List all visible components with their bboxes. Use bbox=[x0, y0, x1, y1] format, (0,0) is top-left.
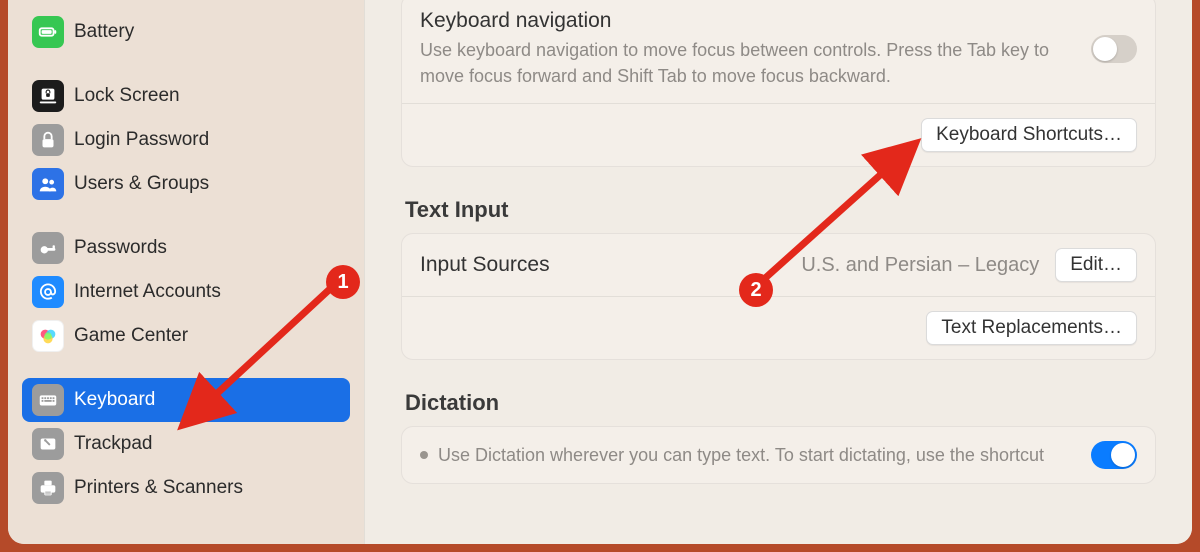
key-icon bbox=[32, 232, 64, 264]
sidebar-item-label: Login Password bbox=[74, 129, 209, 151]
keyboard-shortcuts-button[interactable]: Keyboard Shortcuts… bbox=[921, 118, 1137, 152]
input-sources-row: Input Sources U.S. and Persian – Legacy … bbox=[402, 234, 1155, 296]
settings-window: Battery Lock Screen Login Password bbox=[8, 0, 1192, 544]
lock-screen-icon bbox=[32, 80, 64, 112]
sidebar-item-lock-screen[interactable]: Lock Screen bbox=[22, 74, 350, 118]
sidebar-item-label: Trackpad bbox=[74, 433, 153, 455]
sidebar-item-label: Lock Screen bbox=[74, 85, 180, 107]
dictation-card: Use Dictation wherever you can type text… bbox=[401, 426, 1156, 484]
sidebar-item-label: Internet Accounts bbox=[74, 281, 221, 303]
sidebar-item-label: Passwords bbox=[74, 237, 167, 259]
sidebar-group: Battery bbox=[22, 10, 350, 54]
keyboard-nav-title: Keyboard navigation bbox=[420, 9, 1075, 33]
content-pane: Keyboard navigation Use keyboard navigat… bbox=[364, 0, 1192, 544]
text-replacements-row: Text Replacements… bbox=[402, 296, 1155, 359]
trackpad-icon bbox=[32, 428, 64, 460]
sidebar-group: Passwords Internet Accounts Game Center bbox=[22, 226, 350, 358]
sidebar-item-passwords[interactable]: Passwords bbox=[22, 226, 350, 270]
sidebar-item-label: Keyboard bbox=[74, 389, 155, 411]
keyboard-nav-card: Keyboard navigation Use keyboard navigat… bbox=[401, 0, 1156, 167]
sidebar-item-keyboard[interactable]: Keyboard bbox=[22, 378, 350, 422]
at-icon bbox=[32, 276, 64, 308]
sidebar-group: Lock Screen Login Password Users & Group… bbox=[22, 74, 350, 206]
dictation-toggle[interactable] bbox=[1091, 441, 1137, 469]
sidebar-item-label: Battery bbox=[74, 21, 134, 43]
sidebar-item-label: Users & Groups bbox=[74, 173, 209, 195]
sidebar-item-printers-scanners[interactable]: Printers & Scanners bbox=[22, 466, 350, 510]
text-replacements-button[interactable]: Text Replacements… bbox=[926, 311, 1137, 345]
dictation-row: Use Dictation wherever you can type text… bbox=[402, 427, 1155, 483]
text-input-title: Text Input bbox=[405, 197, 1156, 223]
input-sources-value: U.S. and Persian – Legacy bbox=[801, 254, 1039, 277]
text-input-card: Input Sources U.S. and Persian – Legacy … bbox=[401, 233, 1156, 360]
printer-icon bbox=[32, 472, 64, 504]
edit-input-sources-button[interactable]: Edit… bbox=[1055, 248, 1137, 282]
battery-icon bbox=[32, 16, 64, 48]
users-icon bbox=[32, 168, 64, 200]
sidebar-item-label: Printers & Scanners bbox=[74, 477, 243, 499]
keyboard-nav-toggle[interactable] bbox=[1091, 35, 1137, 63]
lock-icon bbox=[32, 124, 64, 156]
sidebar-item-trackpad[interactable]: Trackpad bbox=[22, 422, 350, 466]
sidebar-item-battery[interactable]: Battery bbox=[22, 10, 350, 54]
sidebar: Battery Lock Screen Login Password bbox=[8, 0, 364, 544]
sidebar-item-users-groups[interactable]: Users & Groups bbox=[22, 162, 350, 206]
keyboard-nav-desc: Use keyboard navigation to move focus be… bbox=[420, 37, 1075, 89]
input-sources-label: Input Sources bbox=[420, 253, 550, 277]
dictation-title: Dictation bbox=[405, 390, 1156, 416]
dictation-desc: Use Dictation wherever you can type text… bbox=[438, 442, 1044, 468]
keyboard-nav-row: Keyboard navigation Use keyboard navigat… bbox=[402, 0, 1155, 103]
sidebar-item-label: Game Center bbox=[74, 325, 188, 347]
sidebar-group: Keyboard Trackpad Printers & Scanners bbox=[22, 378, 350, 510]
keyboard-icon bbox=[32, 384, 64, 416]
sidebar-item-game-center[interactable]: Game Center bbox=[22, 314, 350, 358]
game-center-icon bbox=[32, 320, 64, 352]
sidebar-item-login-password[interactable]: Login Password bbox=[22, 118, 350, 162]
bullet-icon bbox=[420, 451, 428, 459]
sidebar-item-internet-accounts[interactable]: Internet Accounts bbox=[22, 270, 350, 314]
keyboard-shortcuts-row: Keyboard Shortcuts… bbox=[402, 103, 1155, 166]
